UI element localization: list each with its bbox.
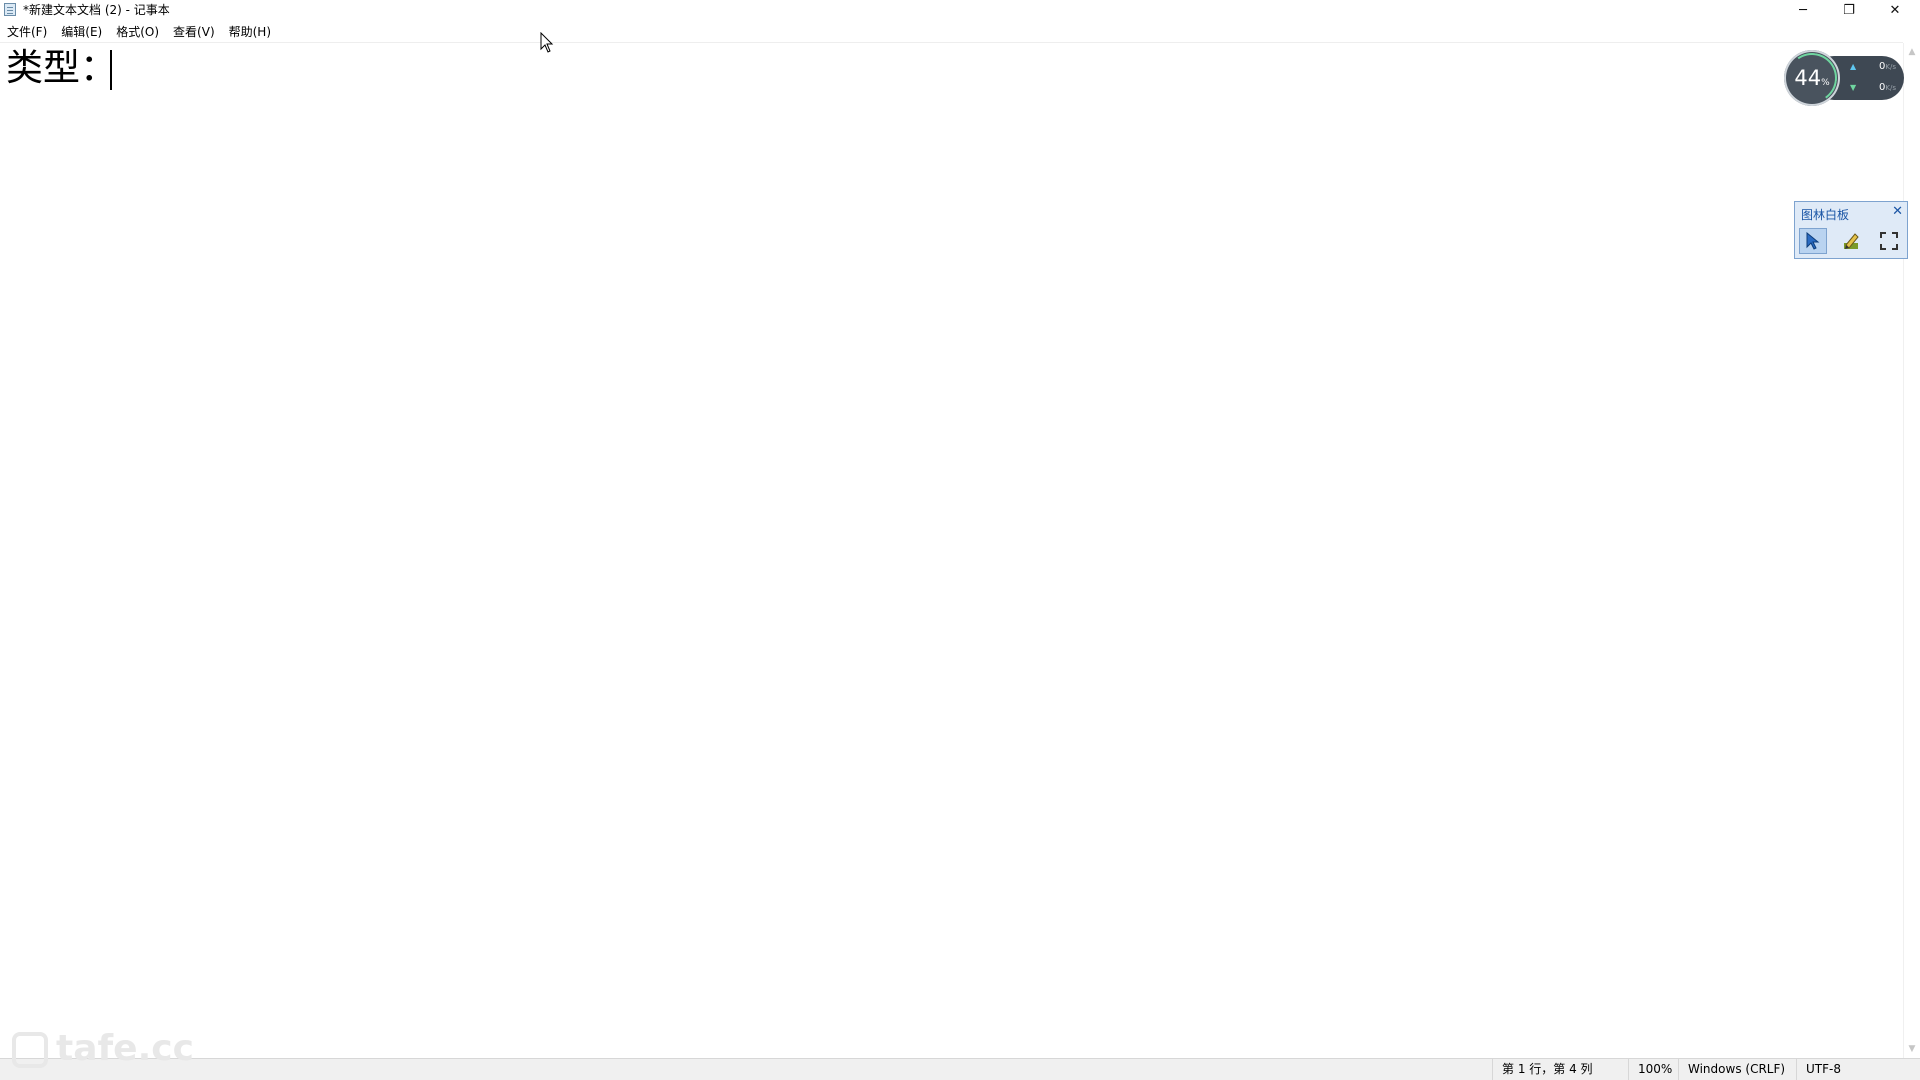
pen-icon [1844, 233, 1859, 249]
upload-row: ▲ 0K/s [1850, 60, 1902, 74]
fullscreen-tool-button[interactable] [1875, 228, 1903, 254]
close-button[interactable]: ✕ [1872, 0, 1918, 21]
usage-percent-unit: % [1821, 78, 1830, 88]
vertical-scrollbar[interactable]: ▲ ▼ [1903, 43, 1920, 1058]
usage-gauge: 44% [1783, 49, 1841, 107]
pointer-icon [1806, 232, 1820, 250]
restore-button[interactable]: ❐ [1826, 0, 1872, 21]
scroll-down-icon[interactable]: ▼ [1904, 1042, 1920, 1056]
menu-edit[interactable]: 编辑(E) [54, 22, 109, 42]
status-line-ending: Windows (CRLF) [1678, 1059, 1788, 1080]
whiteboard-title: 图林白板 [1801, 208, 1850, 222]
upload-unit: K/s [1885, 63, 1896, 71]
whiteboard-close-icon[interactable]: ✕ [1892, 204, 1903, 219]
menu-view[interactable]: 查看(V) [166, 22, 222, 42]
pen-tool-button[interactable] [1837, 228, 1865, 254]
notepad-icon [4, 3, 16, 16]
download-row: ▼ 0K/s [1850, 81, 1902, 95]
menu-format[interactable]: 格式(O) [109, 22, 166, 42]
scroll-up-icon[interactable]: ▲ [1904, 45, 1920, 59]
watermark: tafe.cc [12, 1029, 194, 1069]
watermark-logo-icon [12, 1032, 48, 1068]
status-encoding: UTF-8 [1796, 1059, 1896, 1080]
watermark-text: tafe.cc [56, 1028, 194, 1069]
menu-help[interactable]: 帮助(H) [222, 22, 278, 42]
editor-content: 类型： [6, 46, 117, 89]
menu-file[interactable]: 文件(F) [0, 22, 54, 42]
speed-monitor-widget[interactable]: 44% ▲ 0K/s ▼ 0K/s [1783, 49, 1904, 107]
text-caret [110, 50, 112, 90]
title-bar: *新建文本文档 (2) - 记事本 ─ ❐ ✕ [0, 0, 1920, 21]
status-position: 第 1 行，第 4 列 [1492, 1059, 1622, 1080]
menu-bar: 文件(F) 编辑(E) 格式(O) 查看(V) 帮助(H) [0, 22, 278, 42]
window-title: *新建文本文档 (2) - 记事本 [23, 3, 170, 17]
download-unit: K/s [1885, 84, 1896, 92]
upload-arrow-icon: ▲ [1850, 62, 1857, 71]
mouse-cursor-icon [540, 32, 554, 53]
fullscreen-icon [1880, 232, 1898, 250]
usage-percent: 44 [1794, 66, 1822, 90]
text-editor[interactable]: 类型： [0, 43, 1903, 1058]
whiteboard-toolbar: 图林白板 ✕ [1794, 201, 1908, 259]
pointer-tool-button[interactable] [1799, 228, 1827, 254]
download-arrow-icon: ▼ [1850, 83, 1857, 92]
minimize-button[interactable]: ─ [1780, 0, 1826, 21]
status-bar: 第 1 行，第 4 列 100% Windows (CRLF) UTF-8 [0, 1058, 1920, 1080]
